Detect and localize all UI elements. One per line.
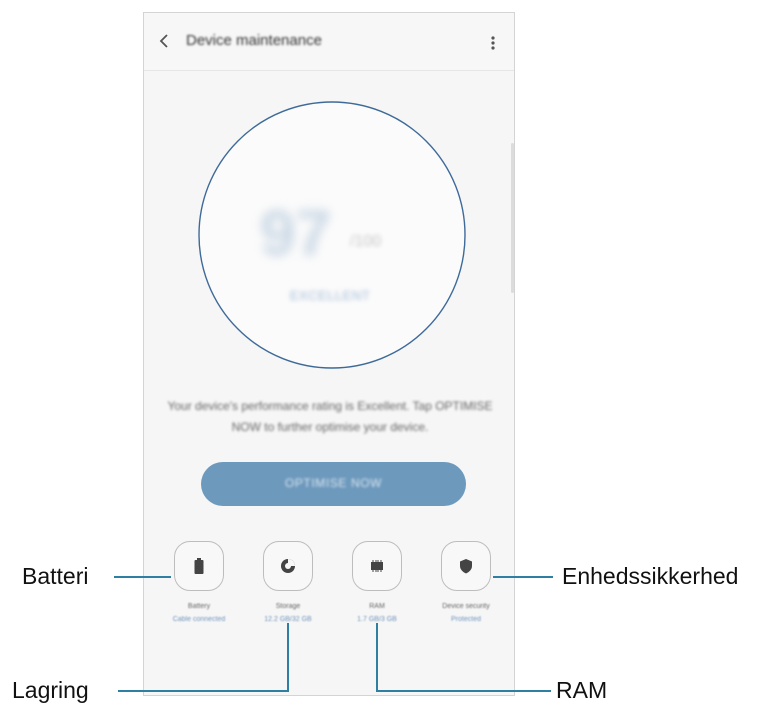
battery-label: Battery [187,603,211,610]
storage-icon [281,559,295,573]
device-security-status[interactable]: Protected [420,616,512,623]
performance-message: Your device's performance rating is Exce… [167,399,493,434]
ram-status[interactable]: 1.7 GB/3 GB [331,616,423,623]
storage-callout-label: Lagring [12,677,89,703]
shield-icon [460,559,472,574]
score-unit: /100 [350,233,382,250]
ram-button[interactable] [352,541,402,591]
battery-icon [194,558,204,574]
ram-label: RAM [369,603,385,610]
device-security-label: Device security [442,603,490,610]
battery-status[interactable]: Cable connected [153,616,245,623]
storage-button[interactable] [263,541,313,591]
ram-chip-icon [371,560,383,572]
storage-status[interactable]: 12.2 GB/32 GB [242,616,334,623]
phone-screen: Device maintenance 97 /100 EXCELLENT You… [143,12,515,696]
optimise-now-button[interactable]: OPTIMISE NOW [201,462,466,506]
battery-callout-label: Batteri [22,563,89,589]
performance-ring [198,101,466,369]
device-security-button[interactable] [441,541,491,591]
score-status: EXCELLENT [289,288,371,303]
device-security-callout-label: Enhedssikkerhed [562,563,739,589]
score-value: 97 [260,197,332,269]
battery-button[interactable] [174,541,224,591]
storage-label: Storage [275,603,301,610]
ram-callout-label: RAM [556,677,608,703]
optimise-now-label: OPTIMISE NOW [284,476,383,490]
